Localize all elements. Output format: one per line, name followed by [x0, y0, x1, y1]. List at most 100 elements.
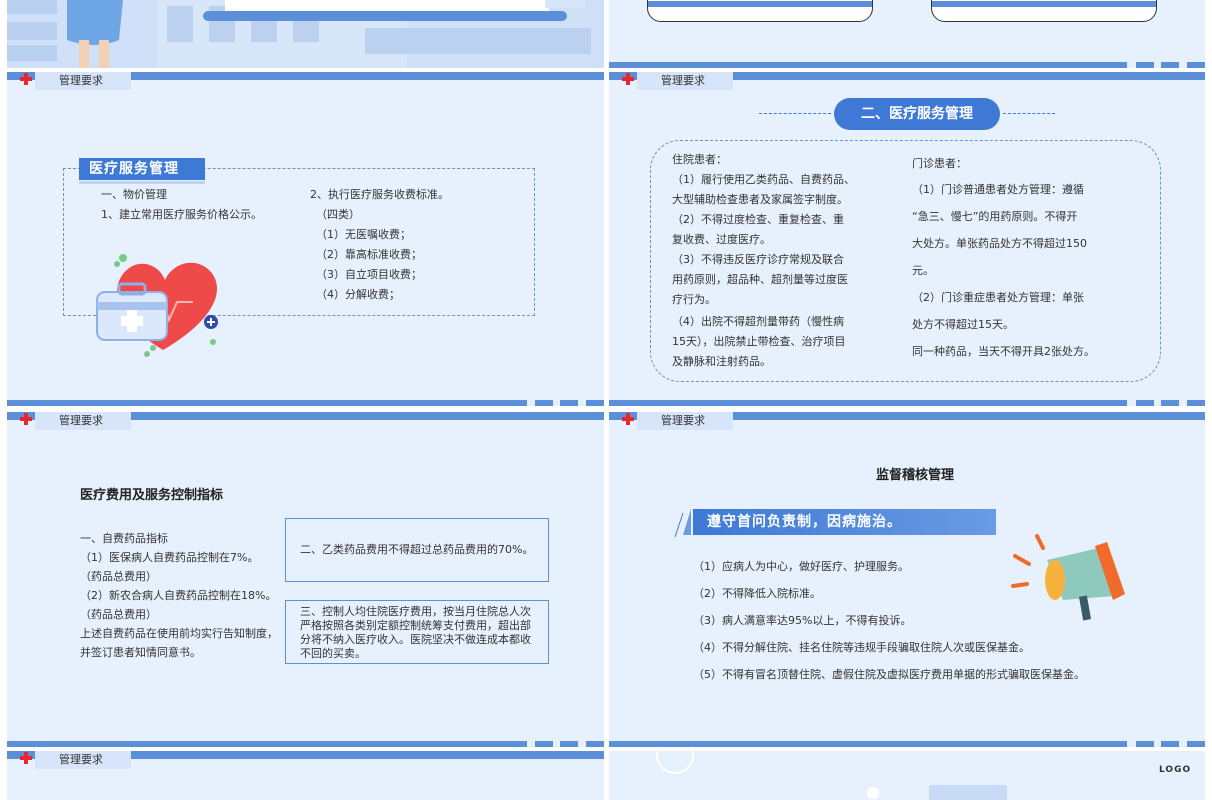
slide-bottom-left-partial: 管理要求 [7, 751, 604, 800]
bottom-bar [7, 400, 527, 406]
megaphone-icon [1011, 534, 1125, 621]
bottom-bar-segment [1161, 741, 1179, 747]
text-line: （1）医保病人自费药品控制在7%。 [80, 551, 259, 564]
text-line: （5）不得有冒名顶替住院、虚假住院及虚拟医疗费用单据的形式骗取医保基金。 [693, 668, 1085, 681]
bottom-bar-segment [535, 741, 553, 747]
text-line: （2）不得降低入院标准。 [693, 587, 821, 600]
text-line: 并签订患者知情同意书。 [80, 646, 201, 659]
text-line: 一、物价管理 [101, 188, 167, 201]
text-line: 及静脉和注射药品。 [672, 355, 771, 368]
text-line: 复收费、过度医疗。 [672, 233, 771, 246]
text-line: （3）自立项目收费； [316, 268, 422, 281]
red-cross-icon [20, 752, 32, 764]
text-line: （3）不得违反医疗诊疗常规及联合 [672, 253, 844, 266]
slide-medical-service-management-2: 管理要求 二、医疗服务管理 住院患者： （1）履行使用乙类药品、自费药品、 大型… [609, 72, 1205, 406]
text-line: （1）门诊普通患者处方管理：遵循 [912, 183, 1084, 196]
text-line: （4）不得分解住院、挂名住院等违规手段骗取住院人次或医保基金。 [693, 641, 1030, 654]
bottom-bar-segment [1136, 400, 1154, 406]
text-line: （2）不得过度检查、重复检查、重 [672, 213, 844, 226]
text-line: 用药原则，超品种、超剂量等过度医 [672, 273, 848, 286]
dot-decoration [867, 787, 879, 799]
bottom-bar-segment [586, 741, 604, 747]
bottom-bar-segment [1136, 741, 1154, 747]
text-line: （4）出院不得超剂量带药（慢性病 [672, 315, 844, 328]
text-line: 疗行为。 [672, 293, 716, 306]
dash-divider [759, 113, 831, 114]
text-line: （药品总费用） [80, 608, 157, 621]
text-line: （1）应病人为中心，做好医疗、护理服务。 [693, 560, 909, 573]
bottom-bar-segment [1161, 62, 1179, 68]
slide-title: 监督稽核管理 [875, 468, 954, 483]
text-line: 15天），出院禁止带检查、治疗项目 [672, 335, 846, 348]
band-accent-icon [674, 509, 691, 538]
bottom-bar [7, 741, 527, 747]
bottom-bar-segment [1187, 62, 1205, 68]
section-tag: 管理要求 [35, 751, 131, 769]
text-line: （2）靠高标准收费； [316, 248, 422, 261]
text-line: （药品总费用） [80, 570, 157, 583]
text-line: （2）新农合病人自费药品控制在18%。 [80, 589, 277, 602]
text-line: 住院患者： [672, 153, 727, 166]
text-line: 2、执行医疗服务收费标准。 [310, 188, 449, 201]
bottom-bar-segment [560, 741, 578, 747]
slide-title: 二、医疗服务管理 [834, 98, 1000, 130]
text-line: 元。 [912, 264, 934, 277]
text-line: 同一种药品，当天不得开具2张处方。 [912, 345, 1095, 358]
dash-divider [1003, 113, 1055, 114]
bottom-bar [609, 400, 1127, 406]
circle-decoration [656, 751, 694, 774]
section-tag: 管理要求 [637, 72, 733, 90]
text-line: 不回的买卖。 [300, 647, 366, 660]
text-line: 三、控制人均住院医疗费用，按当月住院总人次 [300, 605, 531, 618]
text-line: （四类） [316, 208, 360, 221]
section-tag: 管理要求 [637, 412, 733, 430]
slide-title: 医疗费用及服务控制指标 [80, 488, 224, 503]
text-line: （2）门诊重症患者处方管理：单张 [912, 291, 1084, 304]
illustration-city-nurse [7, 0, 604, 68]
bottom-bar-segment [1187, 741, 1205, 747]
info-box-hospitalization-cost: 三、控制人均住院医疗费用，按当月住院总人次 严格按照各类别定额控制统筹支付费用，… [285, 600, 549, 664]
text-line: 一、自费药品指标 [80, 532, 168, 545]
slide-top-left-partial [7, 0, 604, 68]
bottom-bar [609, 62, 1127, 68]
bottom-bar-segment [1187, 400, 1205, 406]
text-line: （4）分解收费； [316, 288, 400, 301]
heart-medkit-icon [96, 254, 218, 357]
logo-text: LOGO [1159, 765, 1192, 775]
bottom-bar-segment [586, 400, 604, 406]
bottom-bar-segment [1161, 400, 1179, 406]
text-line: 严格按照各类别定额控制统筹支付费用，超出部 [300, 619, 531, 632]
text-line: （3）病人满意率达95%以上，不得有投诉。 [693, 614, 912, 627]
bottom-bar-segment [1136, 62, 1154, 68]
card-partial-left [647, 0, 873, 22]
card-partial-right [931, 0, 1157, 22]
block-decoration [929, 785, 1007, 800]
text-line: 上述自费药品在使用前均实行告知制度， [80, 627, 278, 640]
red-cross-icon [622, 73, 634, 85]
bottom-bar-segment [560, 400, 578, 406]
highlight-band: 遵守首问负责制，因病施治。 [693, 509, 996, 535]
bottom-bar [609, 741, 1127, 747]
red-cross-icon [20, 413, 32, 425]
section-tag: 管理要求 [35, 72, 131, 90]
text-line: 处方不得超过15天。 [912, 318, 1014, 331]
red-cross-icon [622, 413, 634, 425]
slide-title: 医疗服务管理 [79, 158, 205, 184]
text-line: “急三、慢七”的用药原则。不得开 [912, 210, 1078, 223]
slide-medical-service-management: 管理要求 医疗服务管理 一、物价管理 1、建立常用医疗服务价格公示。 2、执行医… [7, 72, 604, 406]
slide-top-right-partial [609, 0, 1205, 68]
slide-bottom-right-partial: LOGO [609, 751, 1205, 800]
text-line: 1、建立常用医疗服务价格公示。 [101, 208, 262, 221]
text-line: （1）无医嘱收费； [316, 228, 411, 241]
info-box-class-b-drugs: 二、乙类药品费用不得超过总药品费用的70%。 [285, 518, 549, 582]
bottom-bar-segment [535, 400, 553, 406]
section-tag: 管理要求 [35, 412, 131, 430]
slide-supervision-audit: 管理要求 监督稽核管理 遵守首问负责制，因病施治。 （1）应病人为中心，做好医疗… [609, 412, 1205, 747]
text-line: （1）履行使用乙类药品、自费药品、 [672, 173, 855, 186]
text-line: 大处方。单张药品处方不得超过150 [912, 237, 1087, 250]
slide-cost-control-indicators: 管理要求 医疗费用及服务控制指标 一、自费药品指标 （1）医保病人自费药品控制在… [7, 412, 604, 747]
text-line: 门诊患者： [912, 157, 967, 170]
text-line: 分将不纳入医疗收入。医院坚决不做连成本都收 [300, 633, 531, 646]
red-cross-icon [20, 73, 32, 85]
text-line: 大型辅助检查患者及家属签字制度。 [672, 193, 848, 206]
